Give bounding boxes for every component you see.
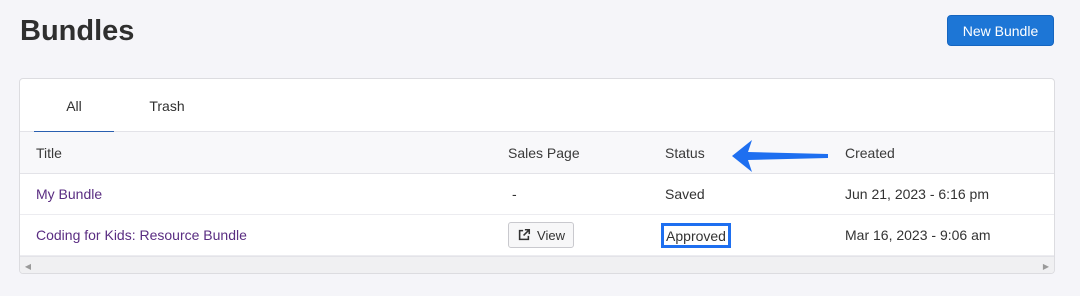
tab-trash[interactable]: Trash <box>128 79 206 132</box>
external-link-icon <box>518 228 531 241</box>
column-header-sales-page: Sales Page <box>508 144 580 161</box>
caret-right-icon[interactable]: ▶ <box>1041 261 1051 271</box>
table-row: Coding for Kids: Resource Bundle View Ap… <box>20 215 1054 256</box>
bundles-card: All Trash Title Sales Page Status Create… <box>19 78 1055 274</box>
new-bundle-button[interactable]: New Bundle <box>947 15 1054 46</box>
sales-page-value: - <box>512 186 517 202</box>
status-text-highlighted: Approved <box>661 223 731 248</box>
bundle-title-link[interactable]: Coding for Kids: Resource Bundle <box>36 215 247 255</box>
column-header-status[interactable]: Status <box>665 132 705 173</box>
tab-all[interactable]: All <box>34 79 114 133</box>
blue-arrow-icon <box>732 140 828 172</box>
page-title: Bundles <box>20 15 135 47</box>
created-date: Jun 21, 2023 - 6:16 pm <box>845 186 989 202</box>
table-row: My Bundle - Saved Jun 21, 2023 - 6:16 pm <box>20 174 1054 215</box>
bundle-title-link[interactable]: My Bundle <box>36 174 102 214</box>
column-header-title[interactable]: Title <box>36 132 62 173</box>
view-label: View <box>537 227 565 243</box>
horizontal-scrollbar[interactable]: ◀ ▶ <box>20 256 1054 273</box>
table-header: Title Sales Page Status Created <box>20 132 1054 174</box>
status-text: Saved <box>665 186 705 202</box>
caret-left-icon[interactable]: ◀ <box>23 261 33 271</box>
column-header-created[interactable]: Created <box>845 132 895 173</box>
tab-bar: All Trash <box>20 79 1054 133</box>
created-date: Mar 16, 2023 - 9:06 am <box>845 227 991 243</box>
view-sales-page-button[interactable]: View <box>508 222 574 248</box>
